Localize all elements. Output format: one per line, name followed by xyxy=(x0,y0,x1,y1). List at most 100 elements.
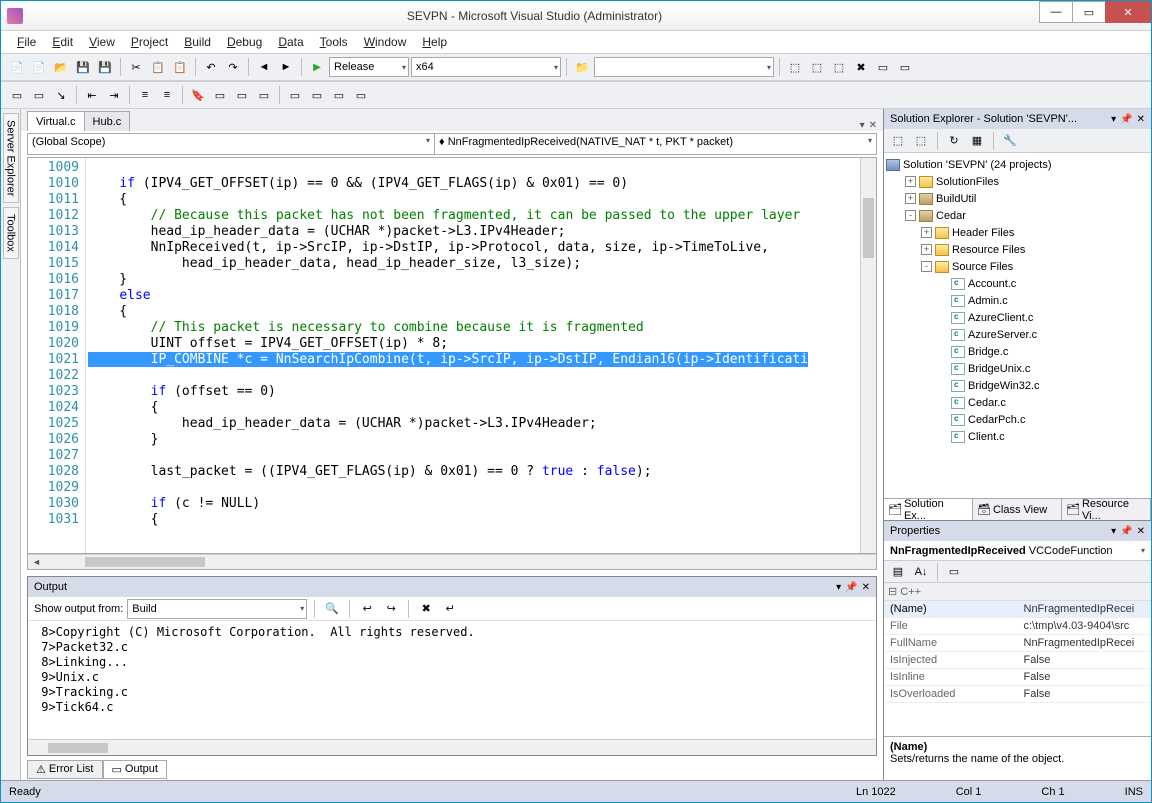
tb2-h[interactable]: ▭ xyxy=(307,85,327,105)
output-dropdown-icon[interactable]: ▾ xyxy=(836,582,841,593)
menu-view[interactable]: View xyxy=(81,33,123,51)
bookmark-icon[interactable]: 🔖 xyxy=(188,85,208,105)
nav-fwd-icon[interactable]: ► xyxy=(276,57,296,77)
indent-more-icon[interactable]: ⇥ xyxy=(104,85,124,105)
output-hscrollbar[interactable] xyxy=(28,739,876,755)
output-find-icon[interactable]: 🔍 xyxy=(322,599,342,619)
toolbox-tab[interactable]: Toolbox xyxy=(3,207,19,259)
tb2-g[interactable]: ▭ xyxy=(285,85,305,105)
tree-node[interactable]: AzureClient.c xyxy=(886,309,1149,326)
menu-debug[interactable]: Debug xyxy=(219,33,270,51)
tb-icon-b[interactable]: ⬚ xyxy=(807,57,827,77)
tab-close-icon[interactable]: ✕ xyxy=(869,120,877,131)
properties-grid[interactable]: ⊟ C++(Name)NnFragmentedIpReceiFilec:\tmp… xyxy=(884,583,1151,736)
props-alpha-icon[interactable]: A↓ xyxy=(911,562,931,582)
tree-node[interactable]: Account.c xyxy=(886,275,1149,292)
tree-node[interactable]: -Source Files xyxy=(886,258,1149,275)
tb-icon-c[interactable]: ⬚ xyxy=(829,57,849,77)
tb2-j[interactable]: ▭ xyxy=(351,85,371,105)
property-row[interactable]: IsOverloadedFalse xyxy=(884,686,1151,703)
tree-node[interactable]: +Resource Files xyxy=(886,241,1149,258)
props-categorized-icon[interactable]: ▤ xyxy=(888,562,908,582)
platform-dropdown[interactable]: x64 xyxy=(411,57,561,77)
tab-dropdown-icon[interactable]: ▾ xyxy=(860,120,865,131)
tree-node[interactable]: +SolutionFiles xyxy=(886,173,1149,190)
cut-icon[interactable]: ✂ xyxy=(126,57,146,77)
solution-tree[interactable]: Solution 'SEVPN' (24 projects)+SolutionF… xyxy=(884,153,1151,498)
file-tab-hub[interactable]: Hub.c xyxy=(84,111,131,131)
tree-node[interactable]: Bridge.c xyxy=(886,343,1149,360)
tb-icon-f[interactable]: ▭ xyxy=(895,57,915,77)
function-dropdown[interactable]: ♦ NnFragmentedIpReceived(NATIVE_NAT * t,… xyxy=(435,134,876,154)
undo-icon[interactable]: ↶ xyxy=(201,57,221,77)
expand-icon[interactable]: - xyxy=(905,210,916,221)
new-project-icon[interactable]: 📄 xyxy=(7,57,27,77)
server-explorer-tab[interactable]: Server Explorer xyxy=(3,113,19,203)
add-item-icon[interactable]: 📄 xyxy=(29,57,49,77)
paste-icon[interactable]: 📋 xyxy=(170,57,190,77)
output-next-icon[interactable]: ↪ xyxy=(381,599,401,619)
sol-refresh-icon[interactable]: ↻ xyxy=(944,131,964,151)
props-close-icon[interactable]: ✕ xyxy=(1137,526,1145,537)
property-row[interactable]: IsInlineFalse xyxy=(884,669,1151,686)
indent-less-icon[interactable]: ⇤ xyxy=(82,85,102,105)
output-tab[interactable]: ▭ Output xyxy=(103,760,167,779)
menu-tools[interactable]: Tools xyxy=(312,33,356,51)
output-clear-icon[interactable]: ✖ xyxy=(416,599,436,619)
property-row[interactable]: Filec:\tmp\v4.03-9404\src xyxy=(884,618,1151,635)
tree-node[interactable]: Cedar.c xyxy=(886,394,1149,411)
find-icon[interactable]: 📁 xyxy=(572,57,592,77)
error-list-tab[interactable]: ⚠ Error List xyxy=(27,760,103,779)
file-tab-virtual[interactable]: Virtual.c xyxy=(27,111,85,131)
tb-icon-a[interactable]: ⬚ xyxy=(785,57,805,77)
maximize-button[interactable]: ▭ xyxy=(1072,1,1106,23)
menu-file[interactable]: File xyxy=(9,33,44,51)
sol-close-icon[interactable]: ✕ xyxy=(1137,114,1145,125)
tree-node[interactable]: BridgeWin32.c xyxy=(886,377,1149,394)
menu-project[interactable]: Project xyxy=(123,33,176,51)
open-icon[interactable]: 📂 xyxy=(51,57,71,77)
property-row[interactable]: FullNameNnFragmentedIpRecei xyxy=(884,635,1151,652)
copy-icon[interactable]: 📋 xyxy=(148,57,168,77)
tree-node[interactable]: CedarPch.c xyxy=(886,411,1149,428)
output-text[interactable]: 8>Copyright (C) Microsoft Corporation. A… xyxy=(28,621,876,739)
tree-node[interactable]: +BuildUtil xyxy=(886,190,1149,207)
code-editor[interactable]: 1009 1010 1011 1012 1013 1014 1015 1016 … xyxy=(27,157,877,554)
find-dropdown[interactable] xyxy=(594,57,774,77)
sol-dropdown-icon[interactable]: ▾ xyxy=(1111,114,1116,125)
output-close-icon[interactable]: ✕ xyxy=(862,582,870,593)
property-row[interactable]: IsInjectedFalse xyxy=(884,652,1151,669)
tb2-i[interactable]: ▭ xyxy=(329,85,349,105)
expand-icon[interactable]: + xyxy=(921,244,932,255)
scope-dropdown[interactable]: (Global Scope) xyxy=(28,134,435,154)
sol-pin-icon[interactable]: 📌 xyxy=(1120,114,1132,125)
tree-node[interactable]: +Header Files xyxy=(886,224,1149,241)
menu-help[interactable]: Help xyxy=(414,33,455,51)
property-row[interactable]: (Name)NnFragmentedIpRecei xyxy=(884,601,1151,618)
tree-node[interactable]: AzureServer.c xyxy=(886,326,1149,343)
nav-back-icon[interactable]: ◄ xyxy=(254,57,274,77)
tree-node[interactable]: Client.c xyxy=(886,428,1149,445)
properties-subject[interactable]: NnFragmentedIpReceived VCCodeFunction ▾ xyxy=(884,541,1151,561)
sol-showall-icon[interactable]: ▦ xyxy=(967,131,987,151)
save-all-icon[interactable]: 💾 xyxy=(95,57,115,77)
sol-tb-b[interactable]: ⬚ xyxy=(911,131,931,151)
tree-node[interactable]: -Cedar xyxy=(886,207,1149,224)
class-view-tab[interactable]: 🗃 Class View xyxy=(973,499,1062,520)
tb2-a[interactable]: ▭ xyxy=(7,85,27,105)
tb2-f[interactable]: ▭ xyxy=(254,85,274,105)
tb-icon-e[interactable]: ▭ xyxy=(873,57,893,77)
expand-icon[interactable]: - xyxy=(921,261,932,272)
output-wrap-icon[interactable]: ↵ xyxy=(440,599,460,619)
output-source-dropdown[interactable]: Build xyxy=(127,599,307,619)
expand-icon[interactable]: + xyxy=(905,176,916,187)
menu-data[interactable]: Data xyxy=(270,33,311,51)
tree-node[interactable]: Admin.c xyxy=(886,292,1149,309)
resource-view-tab[interactable]: 🗂 Resource Vi... xyxy=(1062,499,1151,520)
save-icon[interactable]: 💾 xyxy=(73,57,93,77)
start-debug-icon[interactable]: ▶ xyxy=(307,57,327,77)
solution-explorer-tab[interactable]: 🗂 Solution Ex... xyxy=(884,499,973,520)
editor-vscrollbar[interactable] xyxy=(860,158,876,553)
menu-edit[interactable]: Edit xyxy=(44,33,81,51)
uncomment-icon[interactable]: ≡ xyxy=(157,85,177,105)
